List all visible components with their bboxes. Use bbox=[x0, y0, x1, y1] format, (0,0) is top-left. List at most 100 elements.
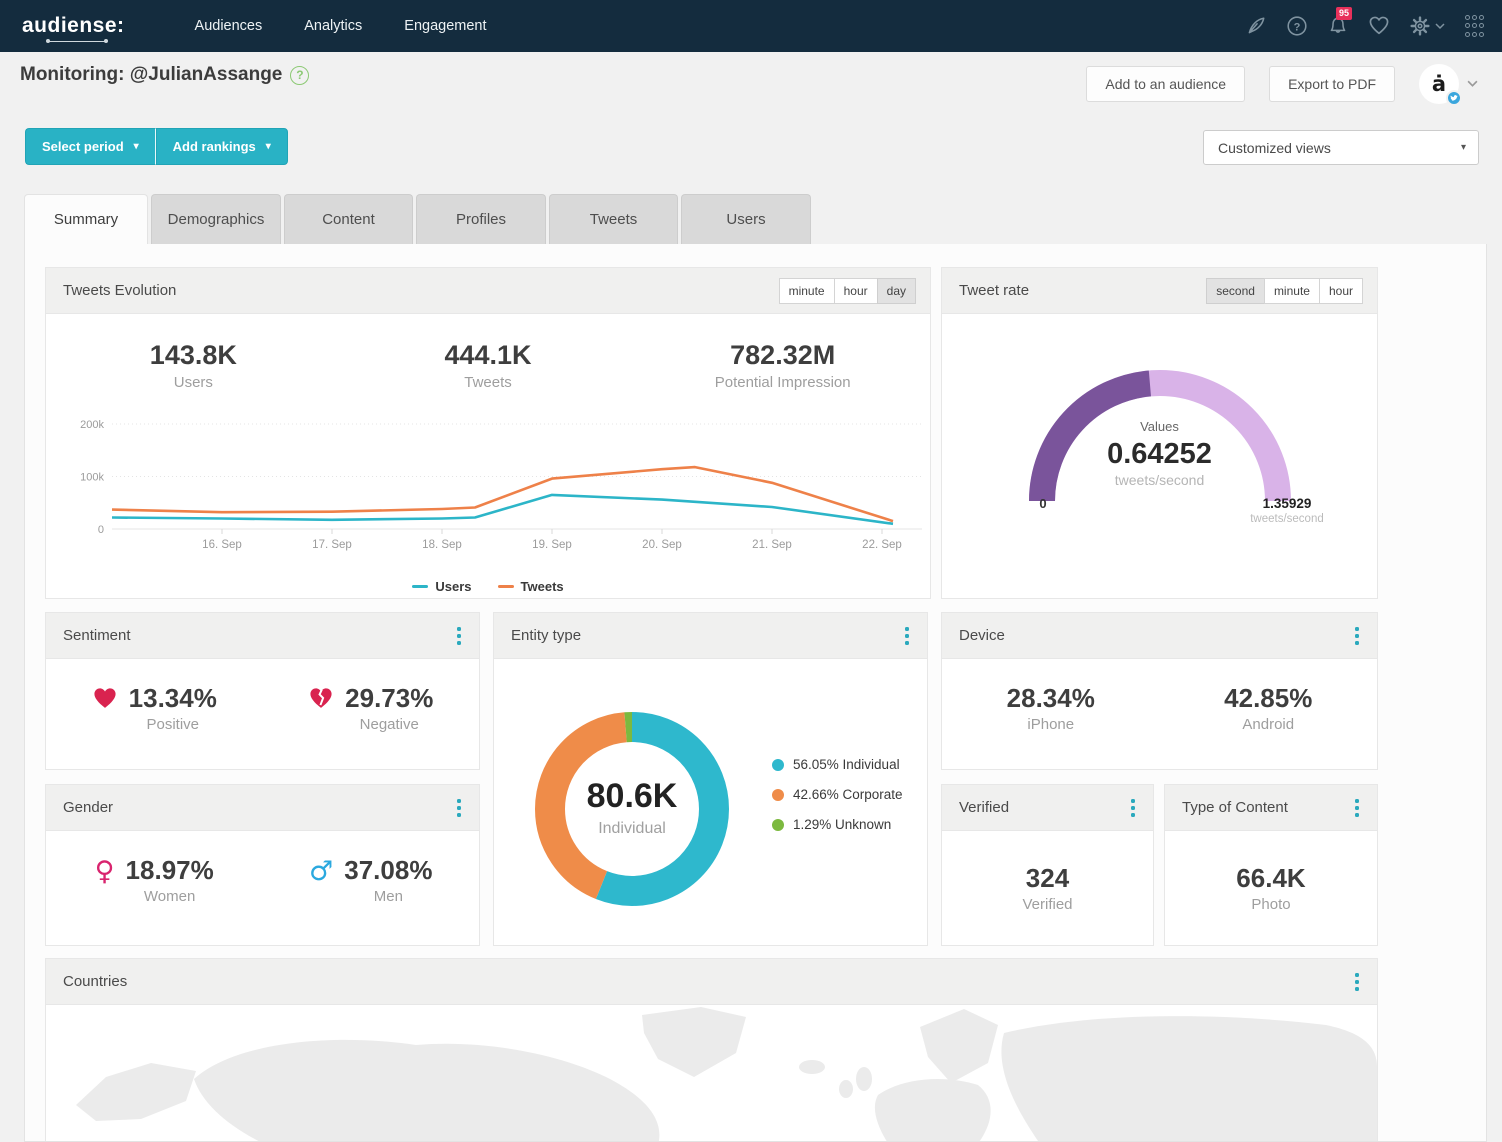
toggle-second[interactable]: second bbox=[1206, 278, 1265, 304]
gauge-max-unit: tweets/second bbox=[1232, 513, 1342, 525]
settings-control[interactable] bbox=[1408, 14, 1445, 38]
caret-down-icon: ▾ bbox=[134, 141, 139, 152]
users-count-label: Users bbox=[46, 374, 341, 391]
legend-label: Tweets bbox=[521, 579, 564, 594]
select-period-button[interactable]: Select period ▾ bbox=[25, 128, 156, 165]
svg-text:200k: 200k bbox=[80, 419, 104, 431]
legend-label: 42.66% Corporate bbox=[793, 787, 903, 802]
sentiment-panel: Sentiment 13.34% Positive bbox=[45, 612, 480, 770]
caret-down-icon: ▾ bbox=[1461, 142, 1466, 153]
panel-title: Device bbox=[959, 627, 1005, 644]
tweet-rate-panel: Tweet rate second minute hour Values 0.6… bbox=[941, 267, 1378, 599]
type-of-content-panel: Type of Content 66.4K Photo bbox=[1164, 784, 1378, 946]
panel-title: Sentiment bbox=[63, 627, 131, 644]
favorites-heart-icon[interactable] bbox=[1367, 14, 1391, 38]
donut-legend-item-corporate: 42.66% Corporate bbox=[772, 787, 903, 802]
nav-item-audiences[interactable]: Audiences bbox=[195, 18, 263, 34]
avatar: ȧ bbox=[1419, 64, 1459, 104]
legend-dot-icon bbox=[772, 759, 784, 771]
men-value: 37.08% bbox=[344, 855, 432, 886]
panel-menu-icon[interactable] bbox=[453, 623, 465, 649]
entity-type-legend: 56.05% Individual42.66% Corporate1.29% U… bbox=[772, 757, 903, 832]
legend-item-tweets[interactable]: Tweets bbox=[498, 579, 564, 594]
panel-menu-icon[interactable] bbox=[901, 623, 913, 649]
gauge-max: 1.35929 bbox=[1232, 496, 1342, 511]
toggle-hour[interactable]: hour bbox=[1319, 278, 1363, 304]
main-nav: Audiences Analytics Engagement bbox=[195, 18, 487, 34]
evolution-stats: 143.8K Users 444.1K Tweets 782.32M Poten… bbox=[46, 314, 930, 402]
positive-value: 13.34% bbox=[129, 683, 217, 714]
tweets-count-label: Tweets bbox=[341, 374, 636, 391]
section-tabs: Summary Demographics Content Profiles Tw… bbox=[24, 194, 811, 244]
donut-legend-item-individual: 56.05% Individual bbox=[772, 757, 903, 772]
android-value: 42.85% bbox=[1224, 683, 1312, 714]
export-pdf-button[interactable]: Export to PDF bbox=[1269, 66, 1395, 102]
help-icon[interactable]: ? bbox=[1285, 14, 1309, 38]
donut-center-label: Individual bbox=[522, 820, 742, 838]
tab-profiles[interactable]: Profiles bbox=[416, 194, 546, 244]
heart-icon bbox=[92, 686, 118, 715]
svg-text:16. Sep: 16. Sep bbox=[202, 539, 242, 551]
logo-text: audiense: bbox=[22, 14, 125, 37]
panel-menu-icon[interactable] bbox=[1351, 795, 1363, 821]
verified-value: 324 bbox=[942, 863, 1153, 894]
tweets-evolution-legend: Users Tweets bbox=[46, 571, 930, 601]
panel-title: Tweets Evolution bbox=[63, 282, 176, 299]
entity-type-panel: Entity type 80.6K Individual 56.05% Indi… bbox=[493, 612, 928, 946]
customized-views-select[interactable]: Customized views ▾ bbox=[1203, 130, 1479, 165]
compose-feather-icon[interactable] bbox=[1244, 14, 1268, 38]
evolution-interval-toggle: minute hour day bbox=[780, 278, 916, 304]
svg-text:21. Sep: 21. Sep bbox=[752, 539, 792, 551]
add-to-audience-button[interactable]: Add to an audience bbox=[1086, 66, 1245, 102]
world-map bbox=[46, 1005, 1377, 1142]
account-chevron-icon bbox=[1467, 80, 1478, 88]
legend-swatch bbox=[498, 585, 514, 588]
negative-label: Negative bbox=[345, 716, 433, 733]
iphone-value: 28.34% bbox=[1007, 683, 1095, 714]
gear-icon bbox=[1408, 14, 1432, 38]
nav-item-engagement[interactable]: Engagement bbox=[404, 18, 486, 34]
men-label: Men bbox=[344, 888, 432, 905]
navbar-actions: ? 95 bbox=[1244, 14, 1486, 38]
tab-demographics[interactable]: Demographics bbox=[151, 194, 281, 244]
nav-item-analytics[interactable]: Analytics bbox=[304, 18, 362, 34]
legend-label: 56.05% Individual bbox=[793, 757, 900, 772]
toggle-minute[interactable]: minute bbox=[779, 278, 835, 304]
broken-heart-icon bbox=[308, 686, 334, 715]
photo-value: 66.4K bbox=[1165, 863, 1377, 894]
add-rankings-label: Add rankings bbox=[173, 139, 256, 154]
device-panel: Device 28.34% iPhone 42.85% Android bbox=[941, 612, 1378, 770]
male-icon: ♂ bbox=[309, 858, 333, 885]
chevron-down-icon bbox=[1435, 23, 1445, 30]
tweets-evolution-chart: 0100k200k16. Sep17. Sep18. Sep19. Sep20.… bbox=[46, 402, 930, 566]
audiense-logo[interactable]: audiense: bbox=[22, 14, 125, 38]
toggle-day[interactable]: day bbox=[877, 278, 916, 304]
panel-menu-icon[interactable] bbox=[1351, 623, 1363, 649]
toggle-minute[interactable]: minute bbox=[1264, 278, 1320, 304]
toggle-hour[interactable]: hour bbox=[834, 278, 878, 304]
tab-tweets[interactable]: Tweets bbox=[549, 194, 678, 244]
women-value: 18.97% bbox=[126, 855, 214, 886]
panel-menu-icon[interactable] bbox=[1127, 795, 1139, 821]
legend-item-users[interactable]: Users bbox=[412, 579, 471, 594]
add-rankings-button[interactable]: Add rankings ▾ bbox=[156, 128, 288, 165]
impression-count: 782.32M bbox=[635, 340, 930, 371]
tab-content[interactable]: Content bbox=[284, 194, 413, 244]
notifications-bell-icon[interactable]: 95 bbox=[1326, 14, 1350, 38]
account-menu[interactable]: ȧ bbox=[1419, 64, 1478, 104]
svg-text:100k: 100k bbox=[80, 472, 104, 484]
tab-users[interactable]: Users bbox=[681, 194, 811, 244]
twitter-icon bbox=[1446, 90, 1462, 106]
panel-menu-icon[interactable] bbox=[1351, 969, 1363, 995]
summary-content: Tweets Evolution minute hour day 143.8K … bbox=[24, 244, 1487, 1142]
svg-text:?: ? bbox=[1294, 21, 1301, 33]
apps-grid-icon[interactable] bbox=[1462, 14, 1486, 38]
svg-text:20. Sep: 20. Sep bbox=[642, 539, 682, 551]
monitoring-help-icon[interactable]: ? bbox=[290, 66, 309, 85]
gauge-min: 0 bbox=[1028, 496, 1058, 511]
gauge-unit: tweets/second bbox=[942, 472, 1377, 488]
tab-summary[interactable]: Summary bbox=[24, 194, 148, 244]
svg-text:22. Sep: 22. Sep bbox=[862, 539, 902, 551]
avatar-glyph: ȧ bbox=[1432, 72, 1446, 96]
panel-menu-icon[interactable] bbox=[453, 795, 465, 821]
